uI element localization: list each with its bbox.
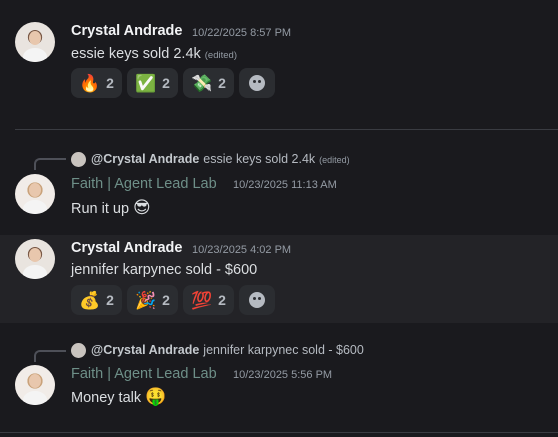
reaction-money-bag[interactable]: 💰 2 <box>71 285 122 315</box>
add-reaction-button[interactable] <box>238 285 275 315</box>
message-content: essie keys sold 2.4k <box>71 46 201 62</box>
fire-emoji: 🔥 <box>79 73 101 93</box>
avatar-body <box>23 265 47 279</box>
reaction-money-wings[interactable]: 💸 2 <box>182 68 234 98</box>
message-text: Money talk 🤑 <box>71 387 166 407</box>
party-emoji: 🎉 <box>134 290 157 310</box>
avatar[interactable] <box>15 22 55 62</box>
message: Crystal Andrade 10/22/2025 8:57 PM essie… <box>0 0 558 120</box>
reaction-party[interactable]: 🎉 2 <box>126 285 178 315</box>
reply-mention: @Crystal Andrade <box>91 343 200 357</box>
reply-content: jennifer karpynec sold - $600 <box>203 343 364 357</box>
reaction-bar: 💰 2 🎉 2 💯 2 <box>71 285 275 315</box>
author-name[interactable]: Crystal Andrade <box>71 23 182 39</box>
reply-avatar <box>71 343 86 358</box>
message-text: essie keys sold 2.4k (edited) <box>71 46 237 62</box>
edited-tag: (edited) <box>319 155 350 165</box>
divider <box>0 432 558 433</box>
author-name[interactable]: Crystal Andrade <box>71 240 182 256</box>
money-bag-emoji: 💰 <box>79 290 101 310</box>
avatar[interactable] <box>15 174 55 214</box>
money-wings-emoji: 💸 <box>190 73 213 93</box>
reply-preview[interactable]: @Crystal Andrade essie keys sold 2.4k (edi… <box>91 152 350 166</box>
add-reaction-icon <box>248 75 265 91</box>
reaction-count: 2 <box>106 75 114 91</box>
reaction-count: 2 <box>162 75 170 91</box>
message: Crystal Andrade 10/23/2025 4:02 PM jenni… <box>0 235 558 323</box>
reaction-count: 2 <box>106 292 114 308</box>
reaction-hundred[interactable]: 💯 2 <box>182 285 234 315</box>
reply-content: essie keys sold 2.4k <box>203 152 316 166</box>
avatar[interactable] <box>15 365 55 405</box>
timestamp: 10/23/2025 5:56 PM <box>233 369 333 381</box>
avatar-body <box>23 391 47 405</box>
edited-tag: (edited) <box>204 50 237 61</box>
timestamp: 10/23/2025 11:13 AM <box>233 179 337 191</box>
message-content: Run it up <box>71 201 130 217</box>
add-reaction-icon <box>248 292 265 308</box>
avatar-face <box>29 374 41 388</box>
avatar-face <box>29 31 41 45</box>
reaction-bar: 🔥 2 ✅ 2 💸 2 <box>71 68 275 98</box>
reaction-count: 2 <box>218 292 226 308</box>
check-emoji: ✅ <box>134 73 157 93</box>
reply-mention: @Crystal Andrade <box>91 152 200 166</box>
timestamp: 10/22/2025 8:57 PM <box>192 27 292 39</box>
avatar-face <box>29 183 41 197</box>
author-name[interactable]: Faith | Agent Lead Lab <box>71 366 217 382</box>
timestamp: 10/23/2025 4:02 PM <box>192 244 292 256</box>
reaction-count: 2 <box>162 292 170 308</box>
avatar-body <box>23 48 47 62</box>
hundred-emoji: 💯 <box>190 290 213 310</box>
avatar-face <box>29 248 41 262</box>
message-content: Money talk <box>71 390 142 406</box>
message: @Crystal Andrade jennifer karpynec sold -… <box>0 330 558 430</box>
avatar[interactable] <box>15 239 55 279</box>
reply-arrow-icon <box>34 158 66 170</box>
message: @Crystal Andrade essie keys sold 2.4k (edi… <box>0 140 558 230</box>
reaction-check[interactable]: ✅ 2 <box>126 68 178 98</box>
author-name[interactable]: Faith | Agent Lead Lab <box>71 176 217 192</box>
message-text: jennifer karpynec sold - $600 <box>71 262 257 278</box>
reply-arrow-icon <box>34 350 66 362</box>
reaction-count: 2 <box>218 75 226 91</box>
message-list: Crystal Andrade 10/22/2025 8:57 PM essie… <box>0 0 558 437</box>
reply-avatar <box>71 152 86 167</box>
add-reaction-button[interactable] <box>238 68 275 98</box>
divider <box>15 129 558 130</box>
message-text: Run it up 😎 <box>71 198 151 218</box>
message-content: jennifer karpynec sold - $600 <box>71 262 258 278</box>
money-mouth-emoji: 🤑 <box>145 387 167 406</box>
cool-emoji: 😎 <box>133 198 151 217</box>
reaction-fire[interactable]: 🔥 2 <box>71 68 122 98</box>
reply-preview[interactable]: @Crystal Andrade jennifer karpynec sold -… <box>91 343 364 357</box>
avatar-body <box>23 200 47 214</box>
